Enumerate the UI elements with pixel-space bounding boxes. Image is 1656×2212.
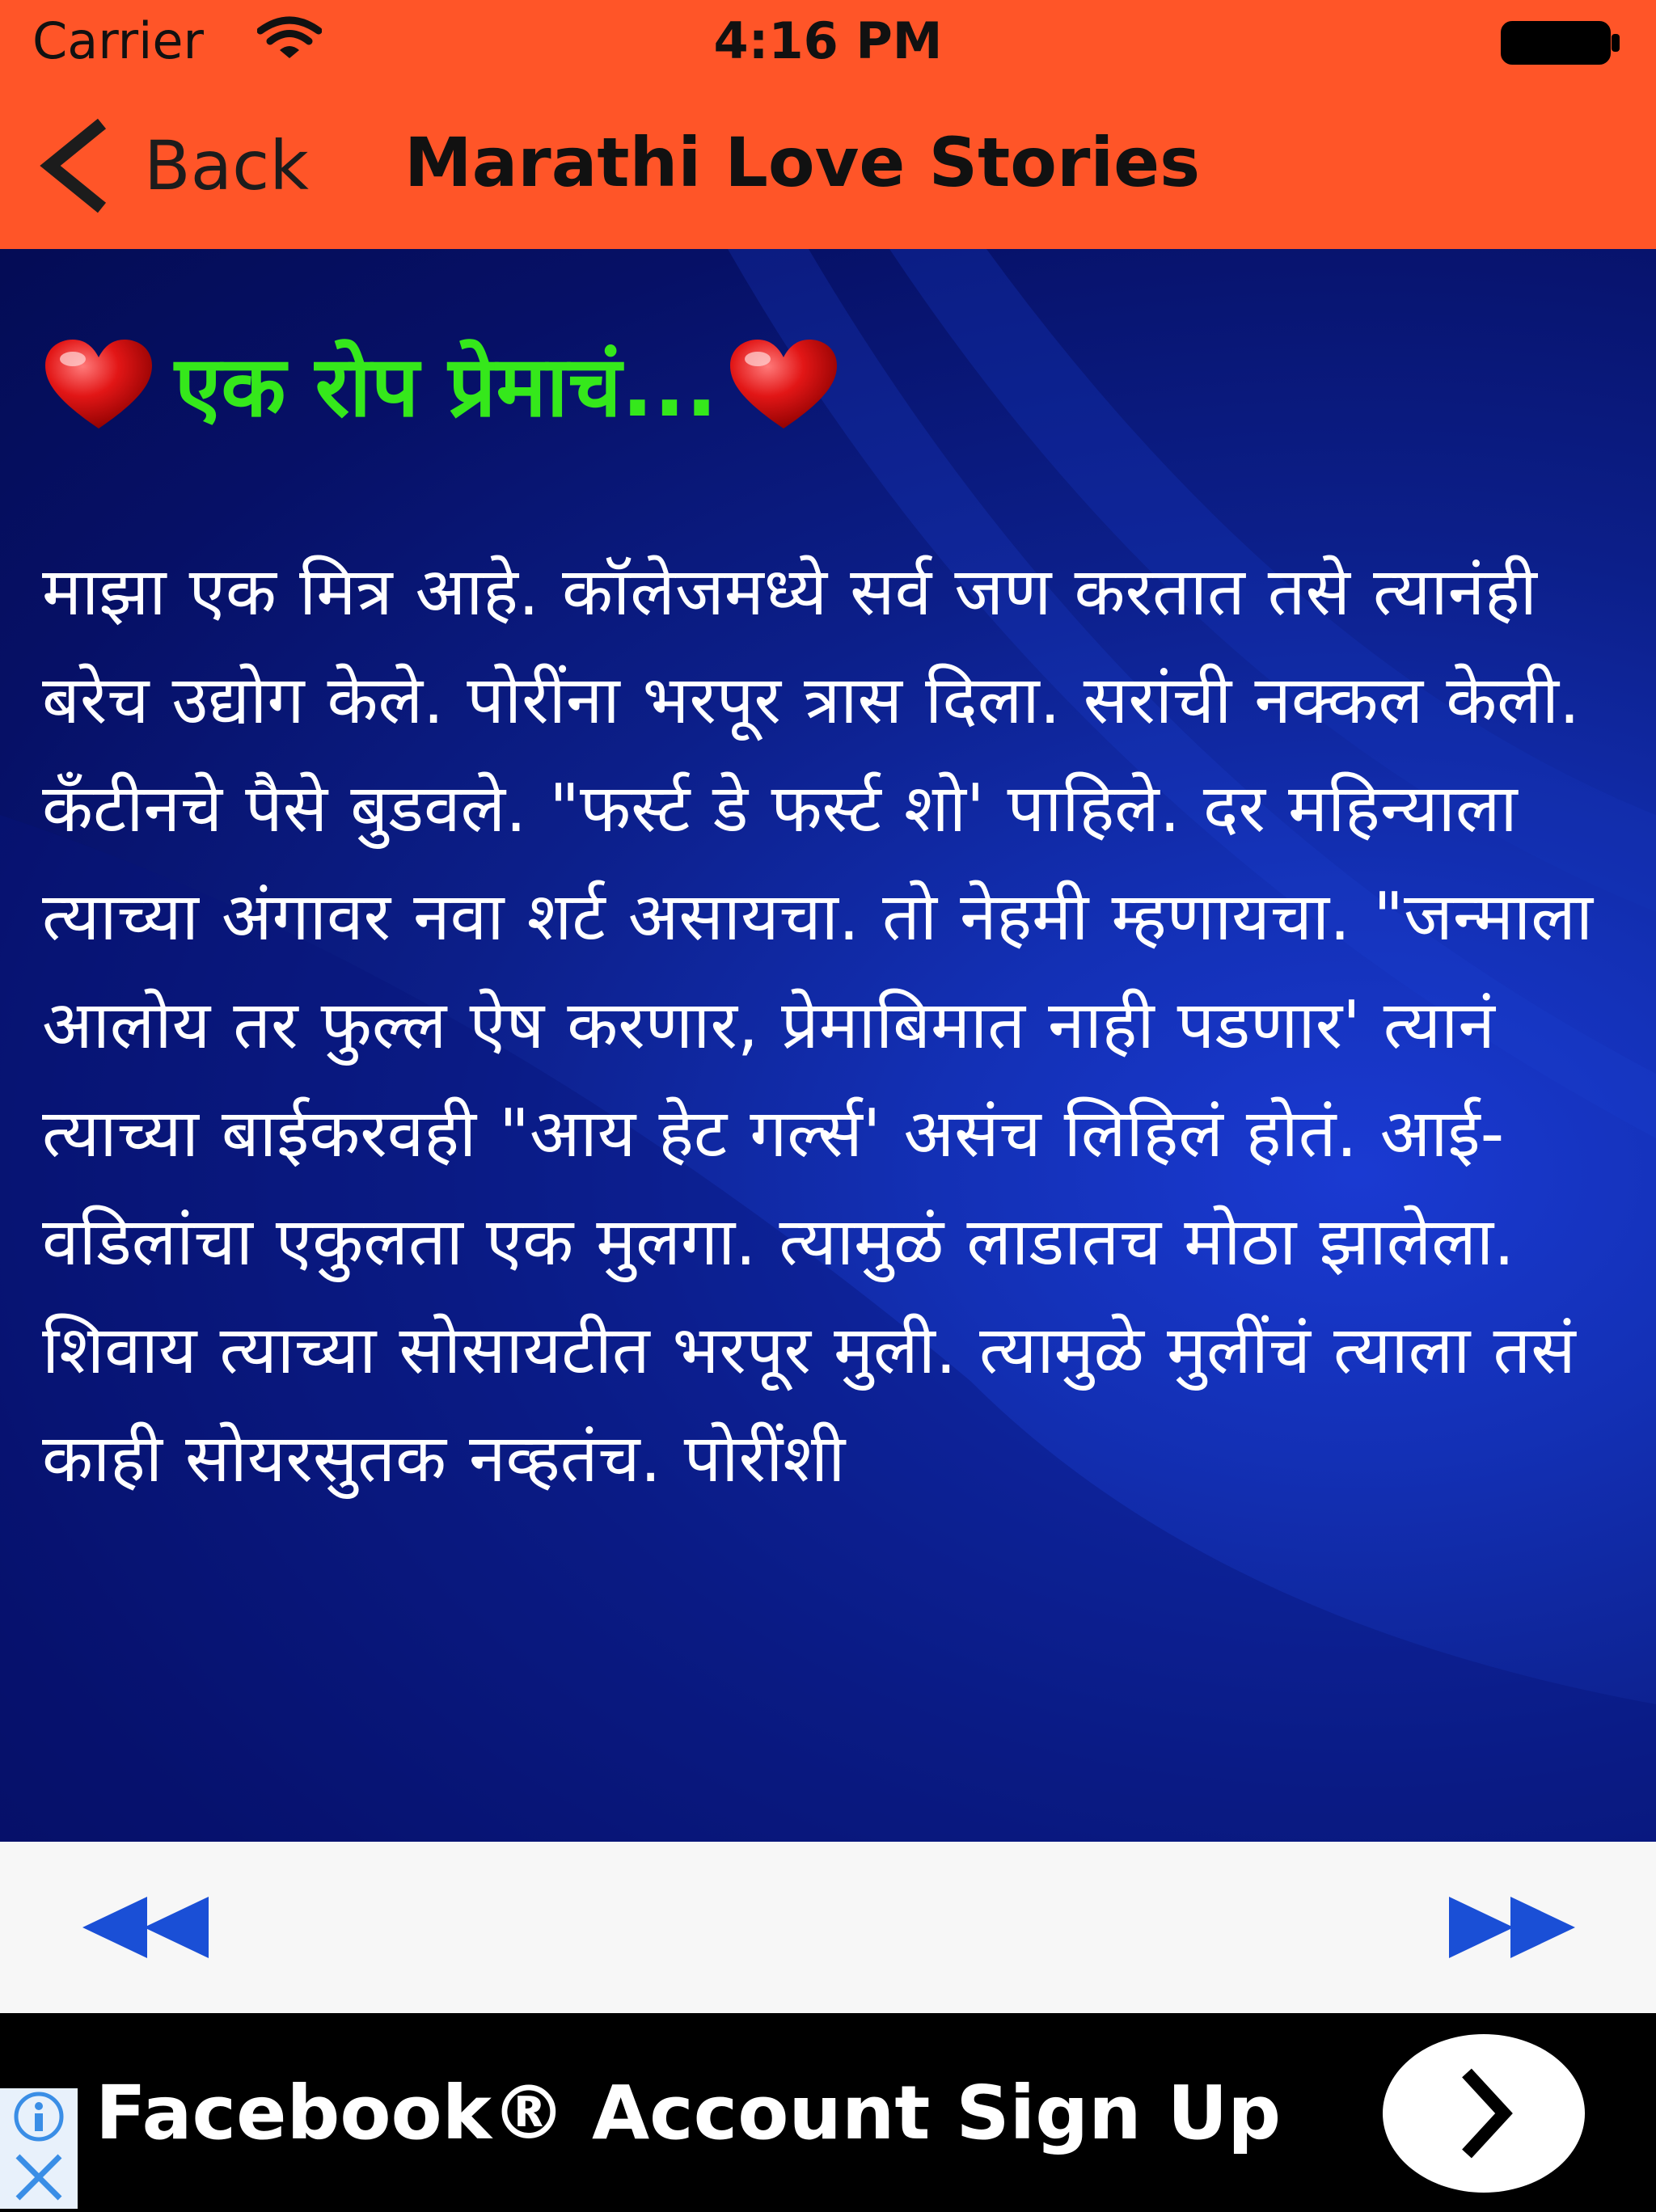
navigation-bar: Back Marathi Love Stories <box>0 89 1656 243</box>
ad-headline[interactable]: Facebook® Account Sign Up <box>95 2070 1281 2156</box>
chevron-left-icon <box>40 118 107 213</box>
info-icon <box>14 2092 64 2142</box>
ad-open-button[interactable] <box>1383 2034 1585 2193</box>
status-bar: Carrier 4:16 PM <box>0 0 1656 81</box>
story-content[interactable]: एक रोप प्रेमाचं... माझा एक मित्र आहे. कॉ… <box>0 249 1656 1842</box>
story-body-text: माझा एक मित्र आहे. कॉलेजमध्ये सर्व जण कर… <box>42 554 1594 1497</box>
heart-icon <box>45 340 152 428</box>
ad-close-button[interactable] <box>0 2145 78 2209</box>
app-header: Carrier 4:16 PM Back Marathi Love Storie… <box>0 0 1656 249</box>
previous-story-button[interactable] <box>74 1887 220 1968</box>
pager-bar <box>0 1842 1656 2013</box>
fast-forward-icon <box>1449 1897 1575 1958</box>
status-time: 4:16 PM <box>713 11 943 70</box>
back-button[interactable]: Back <box>39 113 346 218</box>
back-label: Back <box>144 126 309 205</box>
ad-info-button[interactable] <box>0 2088 78 2145</box>
next-story-button[interactable] <box>1441 1887 1586 1968</box>
close-icon <box>15 2154 62 2201</box>
ad-banner[interactable]: Facebook® Account Sign Up <box>0 2013 1656 2209</box>
story-title-text: एक रोप प्रेमाचं... <box>175 337 718 436</box>
page-title: Marathi Love Stories <box>404 123 1201 202</box>
rewind-icon <box>82 1897 209 1958</box>
battery-icon <box>1501 21 1620 65</box>
heart-icon <box>730 340 838 428</box>
chevron-right-icon <box>1462 2068 1513 2159</box>
story-title: एक रोप प्रेमाचं... <box>42 338 840 435</box>
